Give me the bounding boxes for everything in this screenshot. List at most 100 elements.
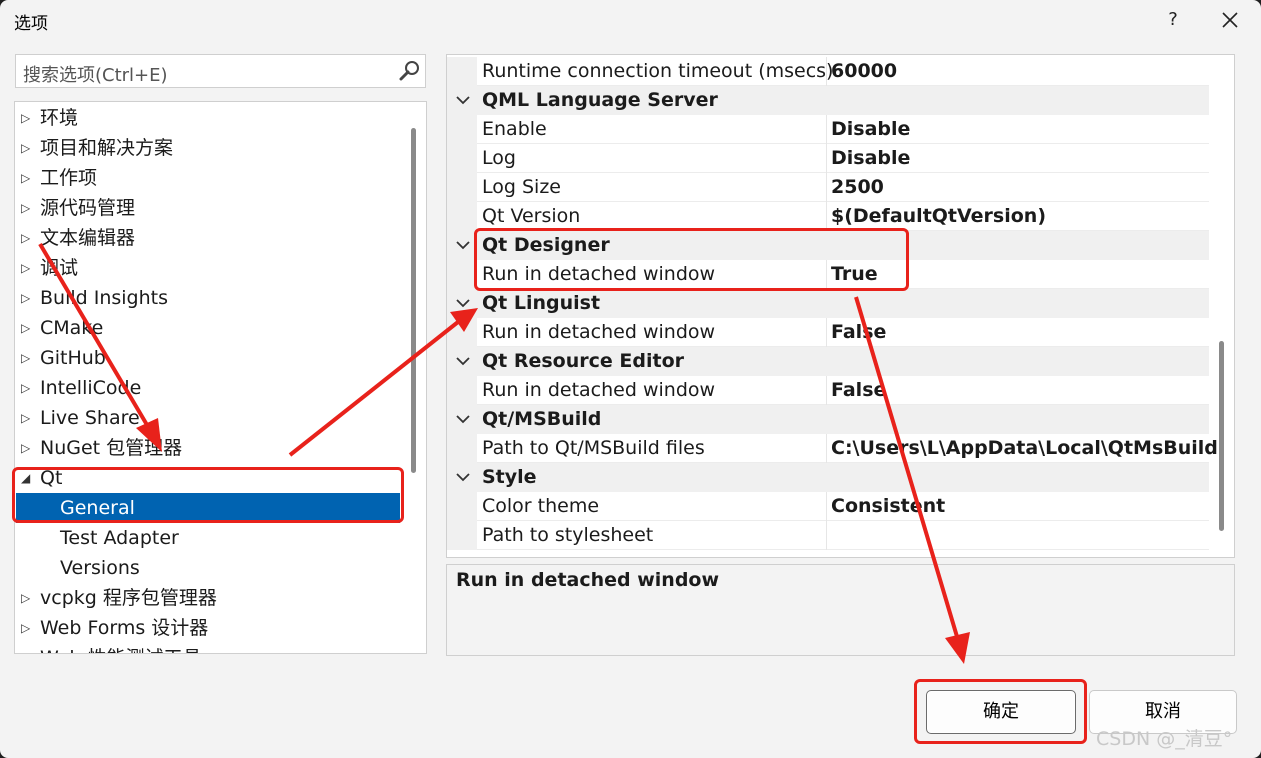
- row-gutter: [447, 144, 477, 173]
- property-value[interactable]: $(DefaultQtVersion): [831, 205, 1046, 227]
- property-name: Runtime connection timeout (msecs): [482, 60, 834, 82]
- property-row[interactable]: Enable Disable: [447, 115, 1209, 144]
- tree-item[interactable]: ▷ CMake: [15, 313, 401, 343]
- tree-item[interactable]: ▷ IntelliCode: [15, 373, 401, 403]
- tree-item[interactable]: ▷ NuGet 包管理器: [15, 433, 401, 463]
- collapsed-arrow-icon[interactable]: ▷: [21, 253, 33, 283]
- column-separator: [826, 521, 827, 550]
- collapsed-arrow-icon[interactable]: ▷: [21, 223, 33, 253]
- property-row[interactable]: Path to Qt/MSBuild files C:\Users\L\AppDa…: [447, 434, 1218, 463]
- property-value[interactable]: 60000: [831, 60, 897, 82]
- tree-item[interactable]: Test Adapter: [16, 523, 400, 553]
- search-input[interactable]: 搜索选项(Ctrl+E): [15, 54, 426, 88]
- row-gutter: [447, 521, 477, 550]
- property-value[interactable]: C:\Users\L\AppData\Local\QtMsBuild: [831, 437, 1218, 459]
- tree-item-label: Test Adapter: [60, 527, 179, 549]
- tree-item[interactable]: ▷ 工作项: [15, 163, 401, 193]
- property-name: Path to Qt/MSBuild files: [482, 437, 705, 459]
- tree-item-label: 项目和解决方案: [40, 137, 174, 159]
- property-row[interactable]: Log Disable: [447, 144, 1209, 173]
- expanded-arrow-icon[interactable]: ◢: [21, 463, 33, 493]
- property-row[interactable]: Run in detached window True: [447, 260, 1209, 289]
- collapsed-arrow-icon[interactable]: ▷: [21, 283, 33, 313]
- tree-scrollbar[interactable]: [411, 128, 416, 473]
- category-row[interactable]: Qt Resource Editor: [447, 347, 1209, 376]
- tree-item[interactable]: ◢ Qt: [15, 463, 401, 493]
- property-row[interactable]: Run in detached window False: [447, 376, 1209, 405]
- tree-item[interactable]: General: [16, 493, 400, 523]
- category-label: Style: [482, 466, 537, 488]
- tree-item-label: Web Forms 设计器: [40, 617, 209, 639]
- property-name: Color theme: [482, 495, 600, 517]
- close-button[interactable]: [1215, 6, 1245, 34]
- property-value[interactable]: Disable: [831, 118, 910, 140]
- help-button[interactable]: ?: [1160, 6, 1186, 34]
- collapsed-arrow-icon[interactable]: ▷: [21, 313, 33, 343]
- options-tree[interactable]: ▷ Web 性能测试工具 ▷ Web Forms 设计器 ▷ vcpkg 程序包管理器 Ve…: [14, 101, 427, 654]
- row-gutter: [447, 318, 477, 347]
- property-value[interactable]: False: [831, 379, 886, 401]
- property-row[interactable]: Color theme Consistent: [447, 492, 1209, 521]
- category-row[interactable]: Qt/MSBuild: [447, 405, 1209, 434]
- column-separator: [826, 202, 827, 231]
- property-row[interactable]: Runtime connection timeout (msecs) 60000: [447, 57, 1209, 86]
- grid-scrollbar[interactable]: [1219, 341, 1224, 531]
- property-value[interactable]: Consistent: [831, 495, 945, 517]
- category-row[interactable]: Style: [447, 463, 1209, 492]
- column-separator: [826, 318, 827, 347]
- tree-item[interactable]: ▷ 源代码管理: [15, 193, 401, 223]
- tree-item[interactable]: ▷ 项目和解决方案: [15, 133, 401, 163]
- tree-item[interactable]: ▷ 文本编辑器: [15, 223, 401, 253]
- tree-item[interactable]: ▷ Web 性能测试工具: [15, 643, 401, 653]
- dialog-title: 选项: [14, 14, 48, 34]
- ok-button[interactable]: 确定: [926, 690, 1076, 734]
- row-gutter: [447, 492, 477, 521]
- collapsed-arrow-icon[interactable]: ▷: [21, 433, 33, 463]
- tree-item[interactable]: Versions: [16, 553, 400, 583]
- chevron-down-icon[interactable]: [455, 406, 471, 437]
- tree-item-label: Web 性能测试工具: [40, 643, 201, 653]
- tree-item-label: GitHub: [40, 347, 106, 369]
- property-value[interactable]: True: [831, 263, 878, 285]
- chevron-down-icon[interactable]: [455, 290, 471, 321]
- chevron-down-icon[interactable]: [455, 464, 471, 495]
- collapsed-arrow-icon[interactable]: ▷: [21, 193, 33, 223]
- column-separator: [826, 492, 827, 521]
- category-row[interactable]: Qt Linguist: [447, 289, 1209, 318]
- tree-item[interactable]: ▷ GitHub: [15, 343, 401, 373]
- tree-item-label: 工作项: [40, 167, 98, 189]
- collapsed-arrow-icon[interactable]: ▷: [21, 343, 33, 373]
- row-gutter: [447, 115, 477, 144]
- tree-item[interactable]: ▷ Web Forms 设计器: [15, 613, 401, 643]
- tree-item[interactable]: ▷ 环境: [15, 103, 401, 133]
- collapsed-arrow-icon[interactable]: ▷: [21, 133, 33, 163]
- collapsed-arrow-icon[interactable]: ▷: [21, 613, 33, 643]
- category-row[interactable]: Qt Designer: [447, 231, 1209, 260]
- chevron-down-icon[interactable]: [455, 87, 471, 118]
- chevron-down-icon[interactable]: [455, 232, 471, 263]
- property-value[interactable]: 2500: [831, 176, 884, 198]
- property-row[interactable]: Path to stylesheet: [447, 521, 1209, 550]
- chevron-down-icon[interactable]: [455, 348, 471, 379]
- description-title: Run in detached window: [456, 569, 720, 591]
- property-row[interactable]: Qt Version $(DefaultQtVersion): [447, 202, 1209, 231]
- property-value[interactable]: Disable: [831, 147, 910, 169]
- collapsed-arrow-icon[interactable]: ▷: [21, 583, 33, 613]
- property-name: Qt Version: [482, 205, 581, 227]
- tree-item[interactable]: ▷ Live Share: [15, 403, 401, 433]
- property-name: Log: [482, 147, 516, 169]
- tree-item[interactable]: ▷ 调试: [15, 253, 401, 283]
- property-value[interactable]: False: [831, 321, 886, 343]
- tree-item-label: Live Share: [40, 407, 140, 429]
- tree-item[interactable]: ▷ vcpkg 程序包管理器: [15, 583, 401, 613]
- property-row[interactable]: Run in detached window False: [447, 318, 1209, 347]
- collapsed-arrow-icon[interactable]: ▷: [21, 103, 33, 133]
- property-row[interactable]: Log Size 2500: [447, 173, 1209, 202]
- collapsed-arrow-icon[interactable]: ▷: [21, 403, 33, 433]
- collapsed-arrow-icon[interactable]: ▷: [21, 643, 33, 653]
- collapsed-arrow-icon[interactable]: ▷: [21, 163, 33, 193]
- collapsed-arrow-icon[interactable]: ▷: [21, 373, 33, 403]
- property-grid[interactable]: Runtime connection timeout (msecs) 60000 Q…: [446, 54, 1235, 558]
- tree-item[interactable]: ▷ Build Insights: [15, 283, 401, 313]
- category-row[interactable]: QML Language Server: [447, 86, 1209, 115]
